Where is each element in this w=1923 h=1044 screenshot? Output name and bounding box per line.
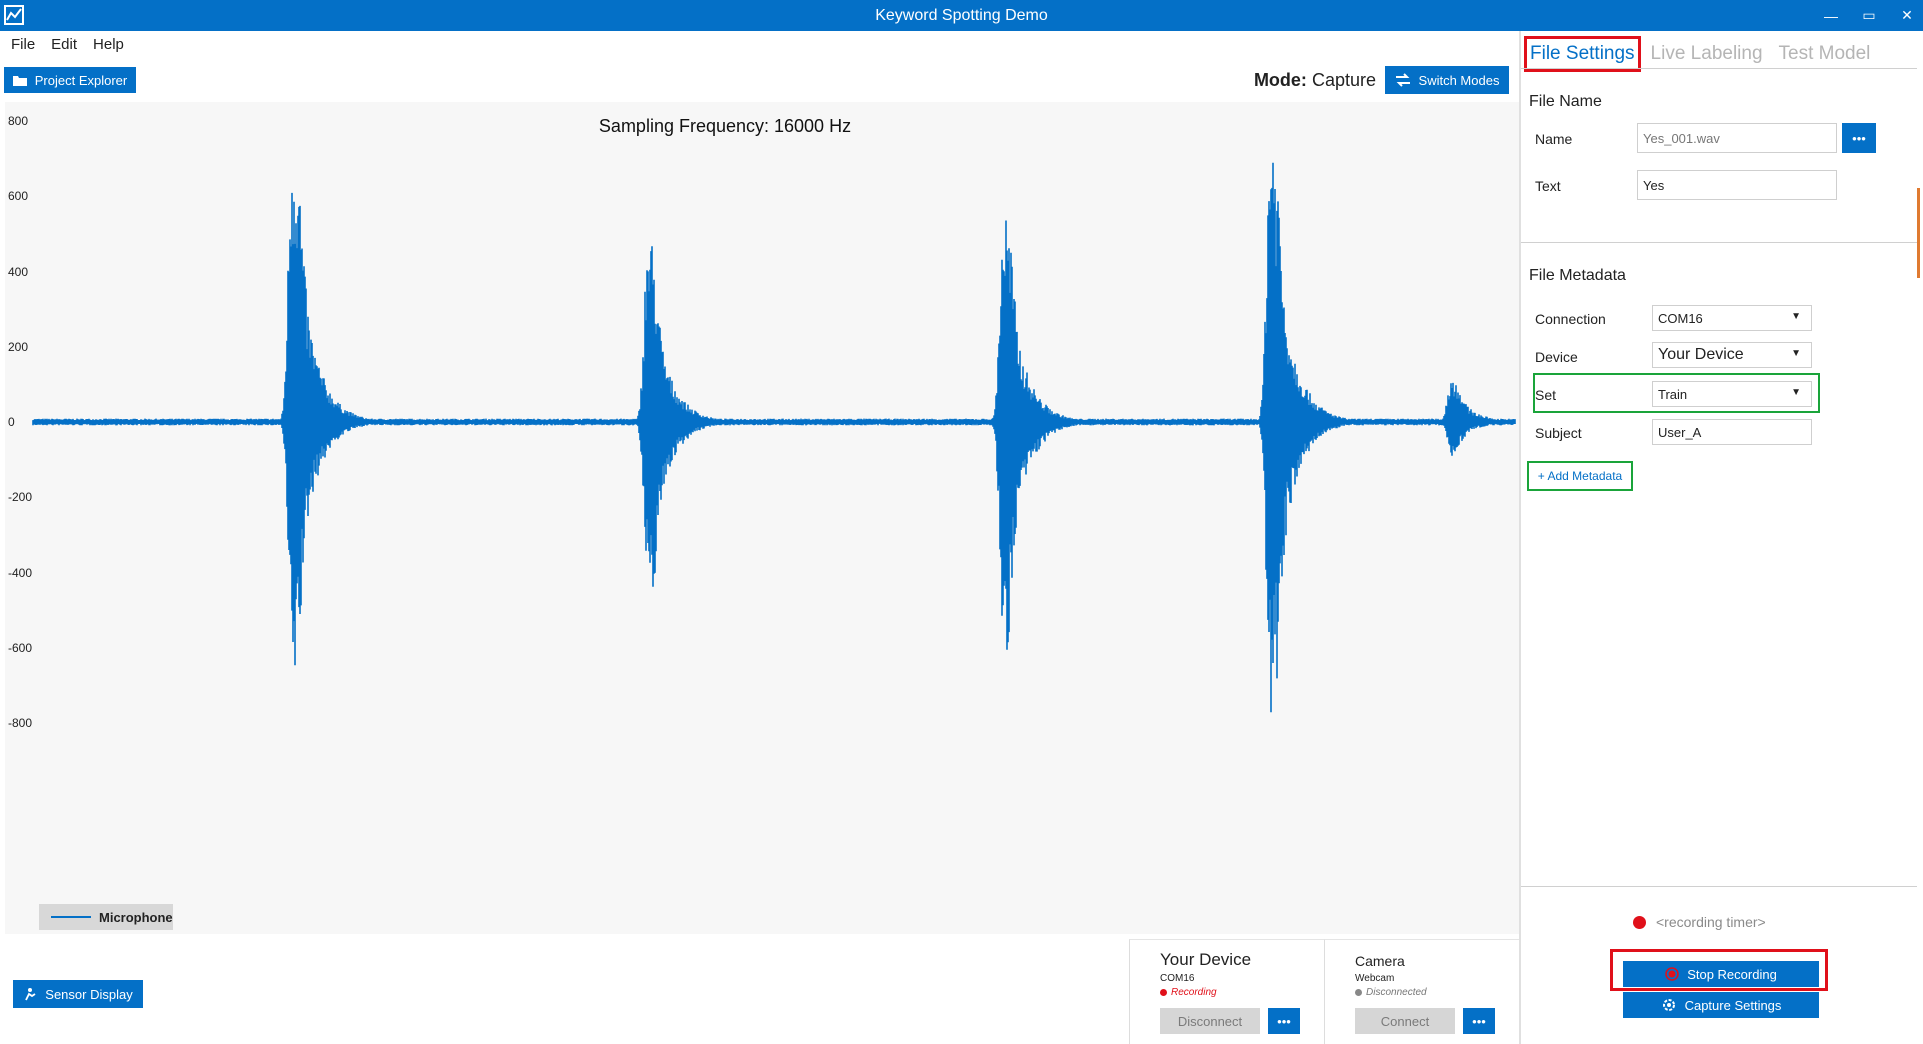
recording-timer-text: <recording timer> [1656,914,1766,930]
recording-timer: <recording timer> [1633,914,1766,930]
set-label: Set [1535,387,1557,403]
panel-tabs: File Settings Live Labeling Test Model [1524,36,1874,72]
folder-icon [12,75,27,86]
connect-button[interactable]: Connect [1355,1008,1455,1034]
connection-label: Connection [1535,311,1606,327]
tab-test-model[interactable]: Test Model [1776,39,1874,69]
switch-modes-button[interactable]: Switch Modes [1385,66,1509,94]
mode-indicator: Mode: Capture [1200,67,1376,93]
device-more-button[interactable]: ••• [1463,1008,1495,1034]
sensor-display-button[interactable]: Sensor Display [13,980,143,1008]
device-status-text: Recording [1171,987,1217,998]
device-status: Recording [1160,987,1217,998]
text-label: Text [1535,178,1561,194]
window-title: Keyword Spotting Demo [875,6,1048,24]
switch-modes-label: Switch Modes [1418,72,1500,88]
legend-swatch [51,916,91,918]
project-explorer-button[interactable]: Project Explorer [4,67,136,93]
chevron-down-icon: ▼ [1791,311,1801,322]
device-port: COM16 [1160,973,1195,984]
sensor-display-label: Sensor Display [45,986,133,1002]
microphone-series-line [32,162,1516,713]
tab-file-settings[interactable]: File Settings [1524,36,1641,72]
mode-label: Mode: [1253,70,1307,90]
device-name: Your Device [1160,950,1252,969]
divider [1521,886,1917,887]
minimize-button[interactable]: — [1823,8,1839,24]
gear-icon [1662,999,1675,1011]
capture-settings-button[interactable]: Capture Settings [1623,992,1819,1018]
device-status: Disconnected [1355,987,1427,998]
close-button[interactable]: ✕ [1899,7,1915,24]
device-value: Your Device [1658,346,1744,363]
swap-icon [1395,73,1410,87]
sensor-icon [25,988,36,1001]
title-bar: Keyword Spotting Demo — ▭ ✕ [0,0,1923,31]
recording-dot-icon [1633,915,1646,929]
legend-label: Microphone [99,909,173,925]
file-name-title: File Name [1529,93,1602,110]
connection-select[interactable]: COM16 ▼ [1652,305,1812,331]
device-select[interactable]: Your Device ▼ [1652,342,1812,368]
subject-value: User_A [1658,425,1702,440]
divider [1521,68,1917,69]
mode-value: Capture [1311,70,1376,90]
text-field[interactable]: Yes [1637,170,1837,200]
device-card-camera: Camera Webcam Disconnected Connect ••• [1324,939,1519,1044]
device-more-button[interactable]: ••• [1268,1008,1300,1034]
browse-name-button[interactable]: ••• [1842,123,1876,153]
capture-settings-label: Capture Settings [1684,997,1782,1013]
divider [1521,242,1917,243]
settings-panel: File Settings Live Labeling Test Model F… [1519,31,1923,1044]
device-status-text: Disconnected [1366,987,1427,998]
scrollbar-indicator [1917,188,1920,278]
name-field[interactable]: Yes_001.wav [1637,123,1837,153]
menu-file[interactable]: File [11,32,35,58]
chart-legend: Microphone [39,904,173,930]
menu-edit[interactable]: Edit [51,32,77,58]
add-metadata-button[interactable]: + Add Metadata [1527,461,1633,491]
menu-help[interactable]: Help [93,32,124,58]
chevron-down-icon: ▼ [1791,387,1801,398]
file-metadata-title: File Metadata [1529,267,1626,284]
stop-recording-label: Stop Recording [1687,966,1777,982]
record-stop-icon [1665,967,1679,981]
disconnect-button[interactable]: Disconnect [1160,1008,1260,1034]
project-explorer-label: Project Explorer [34,72,128,88]
restore-button[interactable]: ▭ [1861,7,1877,24]
status-dot-icon [1160,989,1167,996]
connection-value: COM16 [1658,311,1703,326]
subject-field[interactable]: User_A [1652,419,1812,445]
name-label: Name [1535,131,1573,147]
set-select[interactable]: Train ▼ [1652,381,1812,407]
subject-label: Subject [1535,425,1582,441]
device-name: Camera [1355,953,1405,969]
chevron-down-icon: ▼ [1791,348,1801,359]
status-dot-icon [1355,989,1362,996]
menu-bar: File Edit Help [0,32,124,58]
stop-recording-button[interactable]: Stop Recording [1623,961,1819,987]
device-port: Webcam [1355,973,1395,984]
set-value: Train [1658,387,1688,402]
device-card-your-device: Your Device COM16 Recording Disconnect •… [1129,939,1324,1044]
waveform-plot [32,162,1516,713]
device-label: Device [1535,349,1578,365]
tab-live-labeling[interactable]: Live Labeling [1648,39,1766,69]
waveform-chart: Sampling Frequency: 16000 Hz 800 600 400 20… [5,102,1520,934]
